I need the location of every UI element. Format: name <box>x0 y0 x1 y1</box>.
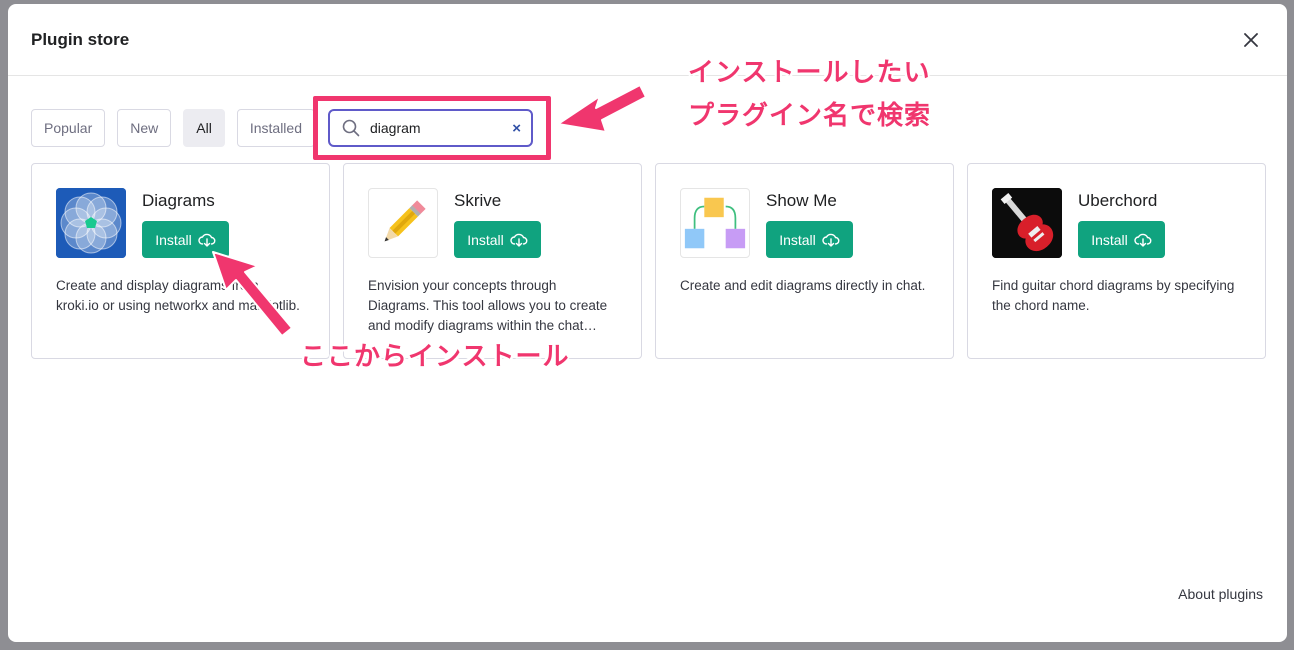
diagrams-logo <box>56 188 126 258</box>
install-label: Install <box>155 231 192 248</box>
guitar-logo <box>992 188 1062 258</box>
install-label: Install <box>467 231 504 248</box>
search-icon <box>342 119 360 137</box>
plugin-name: Skrive <box>454 191 502 210</box>
pencil-logo <box>368 188 438 258</box>
plugin-description: Create and display diagrams from kroki.i… <box>56 278 300 313</box>
install-button-show-me[interactable]: Install <box>766 221 853 258</box>
filter-popular[interactable]: Popular <box>31 109 106 147</box>
plugin-name: Uberchord <box>1078 191 1158 210</box>
clear-search-icon[interactable]: × <box>512 120 521 137</box>
search-box[interactable]: × <box>328 109 533 147</box>
plugin-card-diagrams: Diagrams Install Create and display diag… <box>31 163 330 359</box>
filter-all[interactable]: All <box>183 109 225 147</box>
plugin-card-show-me: Show Me Install Create and edit diagrams… <box>655 163 954 359</box>
filter-new[interactable]: New <box>117 109 172 147</box>
close-icon <box>1244 32 1258 47</box>
modal-title: Plugin store <box>31 29 130 49</box>
annotation-install-note: ここからインストール <box>300 342 570 372</box>
plugin-name: Diagrams <box>142 191 215 210</box>
cloud-download-icon <box>1134 233 1152 247</box>
flowchart-logo <box>680 188 750 258</box>
plugin-card-uberchord: Uberchord Install Find guitar chord diag… <box>967 163 1266 359</box>
plugin-card-skrive: Skrive Install Envision your concepts th… <box>343 163 642 359</box>
plugin-description: Envision your concepts through Diagrams.… <box>368 278 608 333</box>
annotation-search-line2: プラグイン名で検索 <box>688 101 932 131</box>
cloud-download-icon <box>822 233 840 247</box>
plugin-store-modal: Plugin store Popular New All Installed × <box>8 4 1287 642</box>
cloud-download-icon <box>198 233 216 247</box>
plugin-name: Show Me <box>766 191 837 210</box>
filter-bar: Popular New All Installed <box>31 109 315 147</box>
plugin-description: Create and edit diagrams directly in cha… <box>680 278 926 293</box>
search-input[interactable] <box>370 120 490 136</box>
about-plugins-link[interactable]: About plugins <box>1178 586 1263 602</box>
install-button-diagrams[interactable]: Install <box>142 221 229 258</box>
close-button[interactable] <box>1239 28 1263 52</box>
plugin-description: Find guitar chord diagrams by specifying… <box>992 278 1235 313</box>
install-button-uberchord[interactable]: Install <box>1078 221 1165 258</box>
install-button-skrive[interactable]: Install <box>454 221 541 258</box>
plugin-cards: Diagrams Install Create and display diag… <box>31 163 1266 359</box>
cloud-download-icon <box>510 233 528 247</box>
annotation-search-line1: インストールしたい <box>688 58 931 88</box>
modal-header: Plugin store <box>8 4 1287 76</box>
install-label: Install <box>779 231 816 248</box>
install-label: Install <box>1091 231 1128 248</box>
backdrop <box>0 0 8 650</box>
filter-installed[interactable]: Installed <box>236 109 315 147</box>
